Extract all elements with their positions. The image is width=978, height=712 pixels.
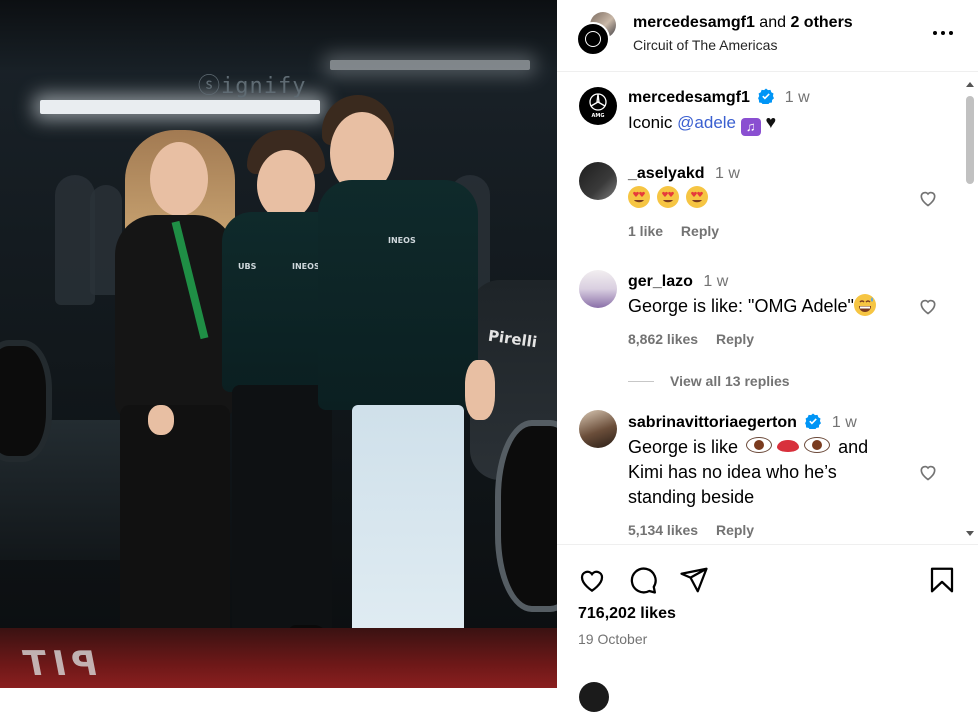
caption-time[interactable]: 1 w: [785, 89, 810, 106]
black-outfit: [115, 215, 235, 420]
svg-text:AMG: AMG: [592, 113, 605, 119]
view-replies-label[interactable]: View all 13 replies: [670, 373, 790, 389]
header-username[interactable]: mercedesamgf1: [633, 14, 755, 31]
purple-music-notes-emoji: ♫: [740, 118, 761, 136]
caption-username[interactable]: mercedesamgf1: [628, 89, 750, 106]
lips-emoji: [777, 440, 800, 452]
comment-time[interactable]: 1 w: [832, 414, 857, 431]
background-crew-member: [55, 175, 95, 305]
current-user-avatar: [579, 682, 609, 712]
comment-body: George is like: "OMG Adele": [628, 296, 854, 316]
comment-header: sabrinavittoriaegerton 1 w: [628, 413, 857, 432]
share-icon[interactable]: [679, 565, 709, 595]
heart-eyes-emoji: [657, 186, 680, 208]
ceiling-light: [40, 100, 320, 114]
more-horizontal-icon[interactable]: [931, 23, 955, 43]
ceiling-light: [330, 60, 530, 70]
comment-username[interactable]: _aselyakd: [628, 165, 705, 182]
mercedes-star-icon: [585, 31, 601, 47]
view-replies-button[interactable]: View all 13 replies: [628, 373, 790, 389]
header-and: and: [759, 14, 786, 31]
reply-button[interactable]: Reply: [716, 331, 754, 347]
comment-time[interactable]: 1 w: [703, 273, 728, 290]
car-wheel: [0, 340, 52, 462]
heart-eyes-emoji: [686, 186, 709, 208]
post-details-panel: mercedesamgf1 and 2 others Circuit of Th…: [557, 0, 978, 712]
replies-divider: [628, 381, 654, 382]
comment-likes[interactable]: 1 like: [628, 223, 663, 239]
comment-icon[interactable]: [628, 565, 658, 595]
like-comment-heart-icon[interactable]: [918, 462, 938, 482]
scroll-up-arrow-icon[interactable]: [966, 82, 974, 87]
team-shirt: [318, 180, 478, 410]
comment-header: _aselyakd 1 w: [628, 165, 740, 183]
comment-line1-suffix: and: [838, 437, 869, 457]
commenter-avatar[interactable]: [579, 162, 617, 200]
caption-prefix: Iconic: [628, 113, 673, 132]
comment-username[interactable]: ger_lazo: [628, 273, 693, 290]
comment-text: [628, 186, 710, 211]
commenter-avatar[interactable]: [579, 410, 617, 448]
comments-scrollbar[interactable]: [962, 72, 978, 544]
like-comment-heart-icon[interactable]: [918, 188, 938, 208]
reply-button[interactable]: Reply: [716, 522, 754, 538]
scroll-thumb[interactable]: [966, 96, 974, 184]
signify-sign: ⓢignify: [198, 74, 307, 99]
heart-eyes-emoji: [628, 186, 650, 208]
like-comment-heart-icon[interactable]: [918, 296, 938, 316]
verified-badge-icon: [758, 88, 775, 105]
header-authors[interactable]: mercedesamgf1 and 2 others: [633, 14, 853, 32]
location-link[interactable]: Circuit of The Americas: [633, 37, 777, 53]
eye-emoji: [746, 437, 773, 453]
scroll-down-arrow-icon[interactable]: [966, 531, 974, 536]
caption-avatar[interactable]: AMG: [579, 87, 617, 125]
commenter-avatar[interactable]: [579, 270, 617, 308]
car-wheel: [495, 420, 557, 612]
likes-count[interactable]: 716,202 likes: [578, 605, 676, 623]
comment-meta: 8,862 likes Reply: [628, 331, 754, 347]
hand: [148, 405, 174, 435]
comment-time[interactable]: 1 w: [715, 165, 740, 182]
comment-line1-prefix: George is like: [628, 437, 739, 457]
caption-header: mercedesamgf1 1 w: [628, 88, 810, 107]
ineos-logo: INEOS: [388, 236, 416, 245]
mercedes-star-icon: AMG: [589, 93, 607, 119]
header-others[interactable]: 2 others: [790, 14, 852, 31]
comment-line2: Kimi has no idea who he’s: [628, 462, 837, 482]
bookmark-icon[interactable]: [927, 565, 957, 595]
grinning-sweat-emoji: [853, 294, 876, 316]
arm: [465, 360, 495, 420]
reply-button[interactable]: Reply: [681, 223, 719, 239]
eye-emoji: [804, 437, 831, 453]
ineos-logo: INEOS: [292, 262, 320, 271]
ubs-logo: UBS: [238, 262, 257, 271]
comment-username[interactable]: sabrinavittoriaegerton: [628, 414, 797, 431]
comments-list[interactable]: AMG mercedesamgf1 1 w Iconic @adele ♫ ♥ …: [557, 72, 978, 545]
face: [150, 142, 208, 216]
comment-likes[interactable]: 5,134 likes: [628, 522, 698, 538]
comment-header: ger_lazo 1 w: [628, 273, 728, 291]
comment-line3: standing beside: [628, 487, 755, 507]
mercedes-avatar[interactable]: [576, 22, 610, 56]
post-photo[interactable]: ⓢignify Pirelli UBS INEOS INEOS PIT: [0, 0, 557, 688]
caption-text: Iconic @adele ♫ ♥: [628, 110, 776, 136]
pit-floor-marking: PIT: [18, 644, 97, 684]
comment-text: George is like and: [628, 435, 868, 460]
post-date[interactable]: 19 October: [578, 631, 647, 647]
comment-meta: 5,134 likes Reply: [628, 522, 754, 538]
heart-icon[interactable]: [577, 565, 607, 595]
comment-likes[interactable]: 8,862 likes: [628, 331, 698, 347]
verified-badge-icon: [805, 413, 822, 430]
face: [257, 150, 315, 220]
comment-text: George is like: "OMG Adele": [628, 294, 878, 319]
pit-lane-floor: PIT: [0, 628, 557, 688]
trousers: [232, 385, 332, 635]
mention-link[interactable]: @adele: [677, 113, 736, 132]
post-header: mercedesamgf1 and 2 others Circuit of Th…: [557, 0, 978, 72]
black-heart-emoji: ♥: [765, 112, 777, 132]
comment-meta: 1 like Reply: [628, 223, 719, 239]
